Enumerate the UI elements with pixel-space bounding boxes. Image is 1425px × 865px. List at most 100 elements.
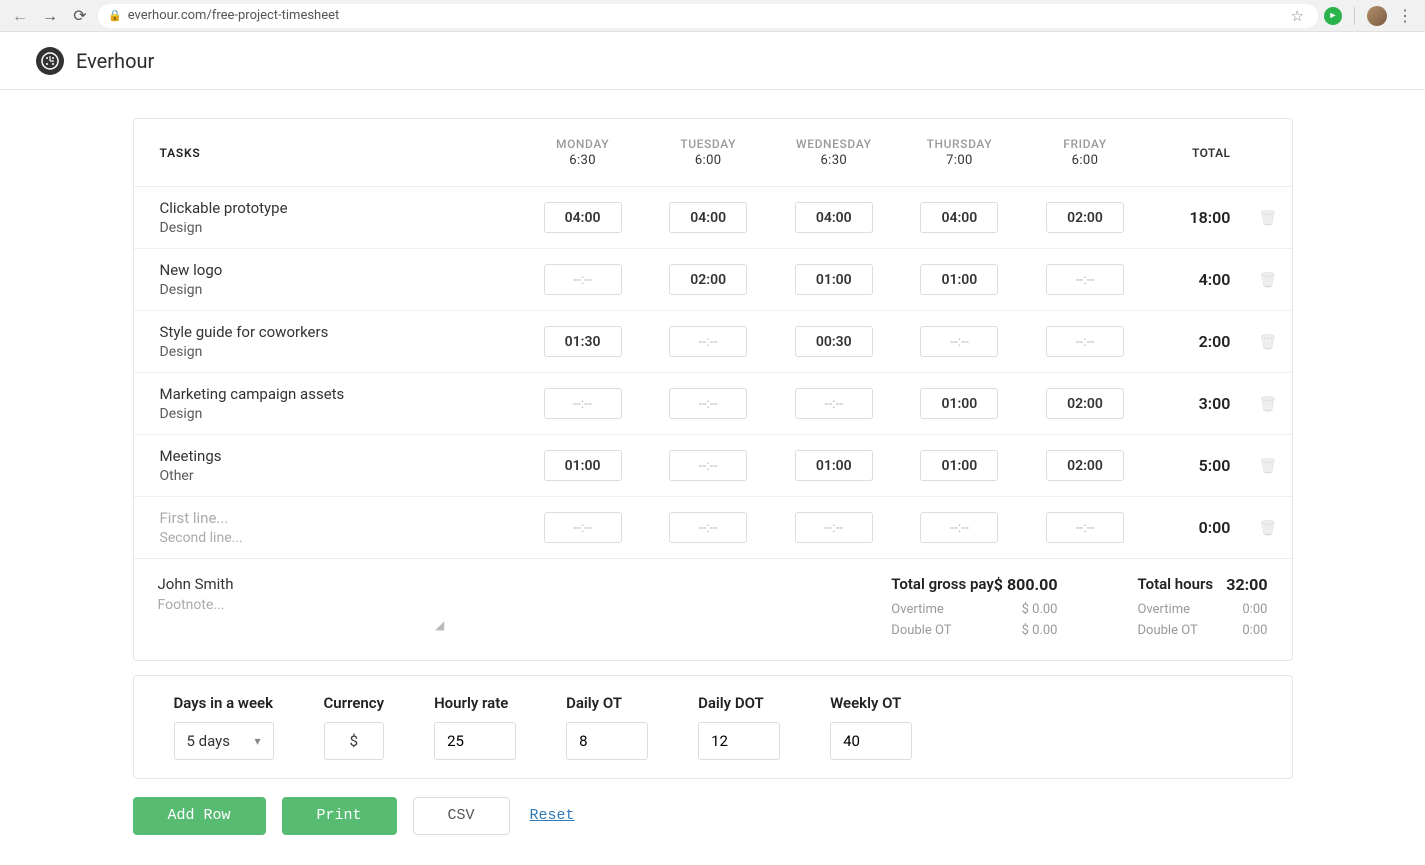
time-input[interactable] [920, 202, 998, 233]
time-input[interactable] [1046, 388, 1124, 419]
url-bar[interactable]: 🔒 everhour.com/free-project-timesheet ☆ [98, 4, 1318, 28]
delete-icon[interactable]: 🗑 [1258, 271, 1277, 289]
delete-icon[interactable]: 🗑 [1258, 209, 1277, 227]
time-input[interactable] [544, 388, 622, 419]
gross-summary: Total gross pay$ 800.00 Overtime$ 0.00 D… [891, 575, 1057, 642]
time-input[interactable] [920, 450, 998, 481]
time-input[interactable] [1046, 450, 1124, 481]
task-category: Other [160, 468, 506, 484]
header-tasks: TASKS [134, 119, 520, 187]
time-input[interactable] [544, 202, 622, 233]
row-total: 5:00 [1148, 435, 1245, 497]
task-category: Design [160, 406, 506, 422]
resize-handle-icon[interactable]: ◢ [435, 618, 444, 632]
reload-icon[interactable]: ⟳ [68, 4, 92, 28]
table-row: Style guide for coworkers Design 2:00🗑 [134, 311, 1292, 373]
separator [1354, 7, 1355, 25]
setting-label: Daily DOT [698, 694, 780, 712]
settings-panel: Days in a week 5 days ▾ Currency $ Hourl… [133, 675, 1293, 779]
menu-icon[interactable]: ⋮ [1393, 6, 1417, 25]
time-input[interactable] [795, 326, 873, 357]
table-row: Marketing campaign assets Design 3:00 🗑 [134, 373, 1292, 435]
time-input[interactable] [669, 450, 747, 481]
brand-bar: Everhour [0, 32, 1425, 90]
task-category: Design [160, 282, 506, 298]
brand-name: Everhour [76, 49, 154, 73]
row-total: 3:00 [1148, 373, 1245, 435]
time-input[interactable] [669, 512, 747, 543]
time-input[interactable] [920, 326, 998, 357]
actions-bar: Add Row Print CSV Reset [133, 797, 1293, 835]
time-input[interactable] [1046, 202, 1124, 233]
header-day: MONDAY6:30 [520, 119, 646, 187]
row-total: 18:00 [1148, 187, 1245, 249]
task-name: Meetings [160, 447, 506, 465]
profile-avatar[interactable] [1367, 6, 1387, 26]
time-input[interactable] [795, 450, 873, 481]
delete-icon[interactable]: 🗑 [1258, 333, 1277, 351]
time-input[interactable] [1046, 264, 1124, 295]
time-input[interactable] [920, 264, 998, 295]
time-input[interactable] [544, 450, 622, 481]
daily-dot-input[interactable] [711, 732, 761, 750]
reset-link[interactable]: Reset [530, 807, 575, 824]
time-input[interactable] [795, 388, 873, 419]
csv-button[interactable]: CSV [413, 797, 510, 835]
forward-icon[interactable]: → [38, 4, 62, 28]
header-total: TOTAL [1148, 119, 1245, 187]
daily-ot-input[interactable] [579, 732, 629, 750]
footnote-input[interactable] [158, 597, 438, 629]
time-input[interactable] [920, 512, 998, 543]
table-row: New logo Design 4:00 🗑 [134, 249, 1292, 311]
setting-label: Hourly rate [434, 694, 516, 712]
days-select[interactable]: 5 days ▾ [174, 722, 274, 760]
task-name: New logo [160, 261, 506, 279]
currency-input[interactable]: $ [324, 722, 385, 760]
browser-toolbar: ← → ⟳ 🔒 everhour.com/free-project-timesh… [0, 0, 1425, 32]
chevron-down-icon: ▾ [254, 734, 260, 748]
add-row-button[interactable]: Add Row [133, 797, 266, 835]
lock-icon: 🔒 [108, 9, 122, 22]
row-total: 2:00 [1148, 311, 1245, 373]
setting-label: Days in a week [174, 694, 274, 712]
table-row: Meetings Other 5:00 🗑 [134, 435, 1292, 497]
setting-label: Daily OT [566, 694, 648, 712]
extension-icon[interactable]: ► [1324, 7, 1342, 25]
time-input[interactable] [795, 512, 873, 543]
time-input[interactable] [544, 326, 622, 357]
delete-icon[interactable]: 🗑 [1258, 457, 1277, 475]
time-input[interactable] [544, 512, 622, 543]
time-input[interactable] [920, 388, 998, 419]
time-input[interactable] [669, 264, 747, 295]
setting-label: Currency [324, 694, 385, 712]
time-input[interactable] [669, 202, 747, 233]
table-row: Clickable prototype Design 18:00🗑 [134, 187, 1292, 249]
task-name-input[interactable] [160, 509, 506, 527]
back-icon: ← [8, 4, 32, 28]
setting-label: Weekly OT [830, 694, 912, 712]
time-input[interactable] [795, 264, 873, 295]
time-input[interactable] [544, 264, 622, 295]
summary-row: ◢ Total gross pay$ 800.00 Overtime$ 0.00… [134, 558, 1292, 660]
task-name: Style guide for coworkers [160, 323, 506, 341]
hourly-rate-input[interactable] [447, 732, 497, 750]
time-input[interactable] [669, 326, 747, 357]
print-button[interactable]: Print [282, 797, 397, 835]
time-input[interactable] [1046, 512, 1124, 543]
delete-icon[interactable]: 🗑 [1258, 395, 1277, 413]
time-input[interactable] [669, 388, 747, 419]
header-day: FRIDAY6:00 [1022, 119, 1148, 187]
task-name: Clickable prototype [160, 199, 506, 217]
header-day: THURSDAY7:00 [897, 119, 1023, 187]
timesheet-panel: TASKS MONDAY6:30 TUESDAY6:00 WEDNESDAY6:… [133, 118, 1293, 661]
delete-icon[interactable]: 🗑 [1258, 519, 1277, 537]
star-icon[interactable]: ☆ [1291, 7, 1304, 25]
task-category-input[interactable] [160, 530, 506, 546]
time-input[interactable] [795, 202, 873, 233]
brand-logo [36, 47, 64, 75]
time-input[interactable] [1046, 326, 1124, 357]
row-total: 4:00 [1148, 249, 1245, 311]
weekly-ot-input[interactable] [843, 732, 893, 750]
task-name: Marketing campaign assets [160, 385, 506, 403]
client-name-input[interactable] [158, 575, 418, 593]
